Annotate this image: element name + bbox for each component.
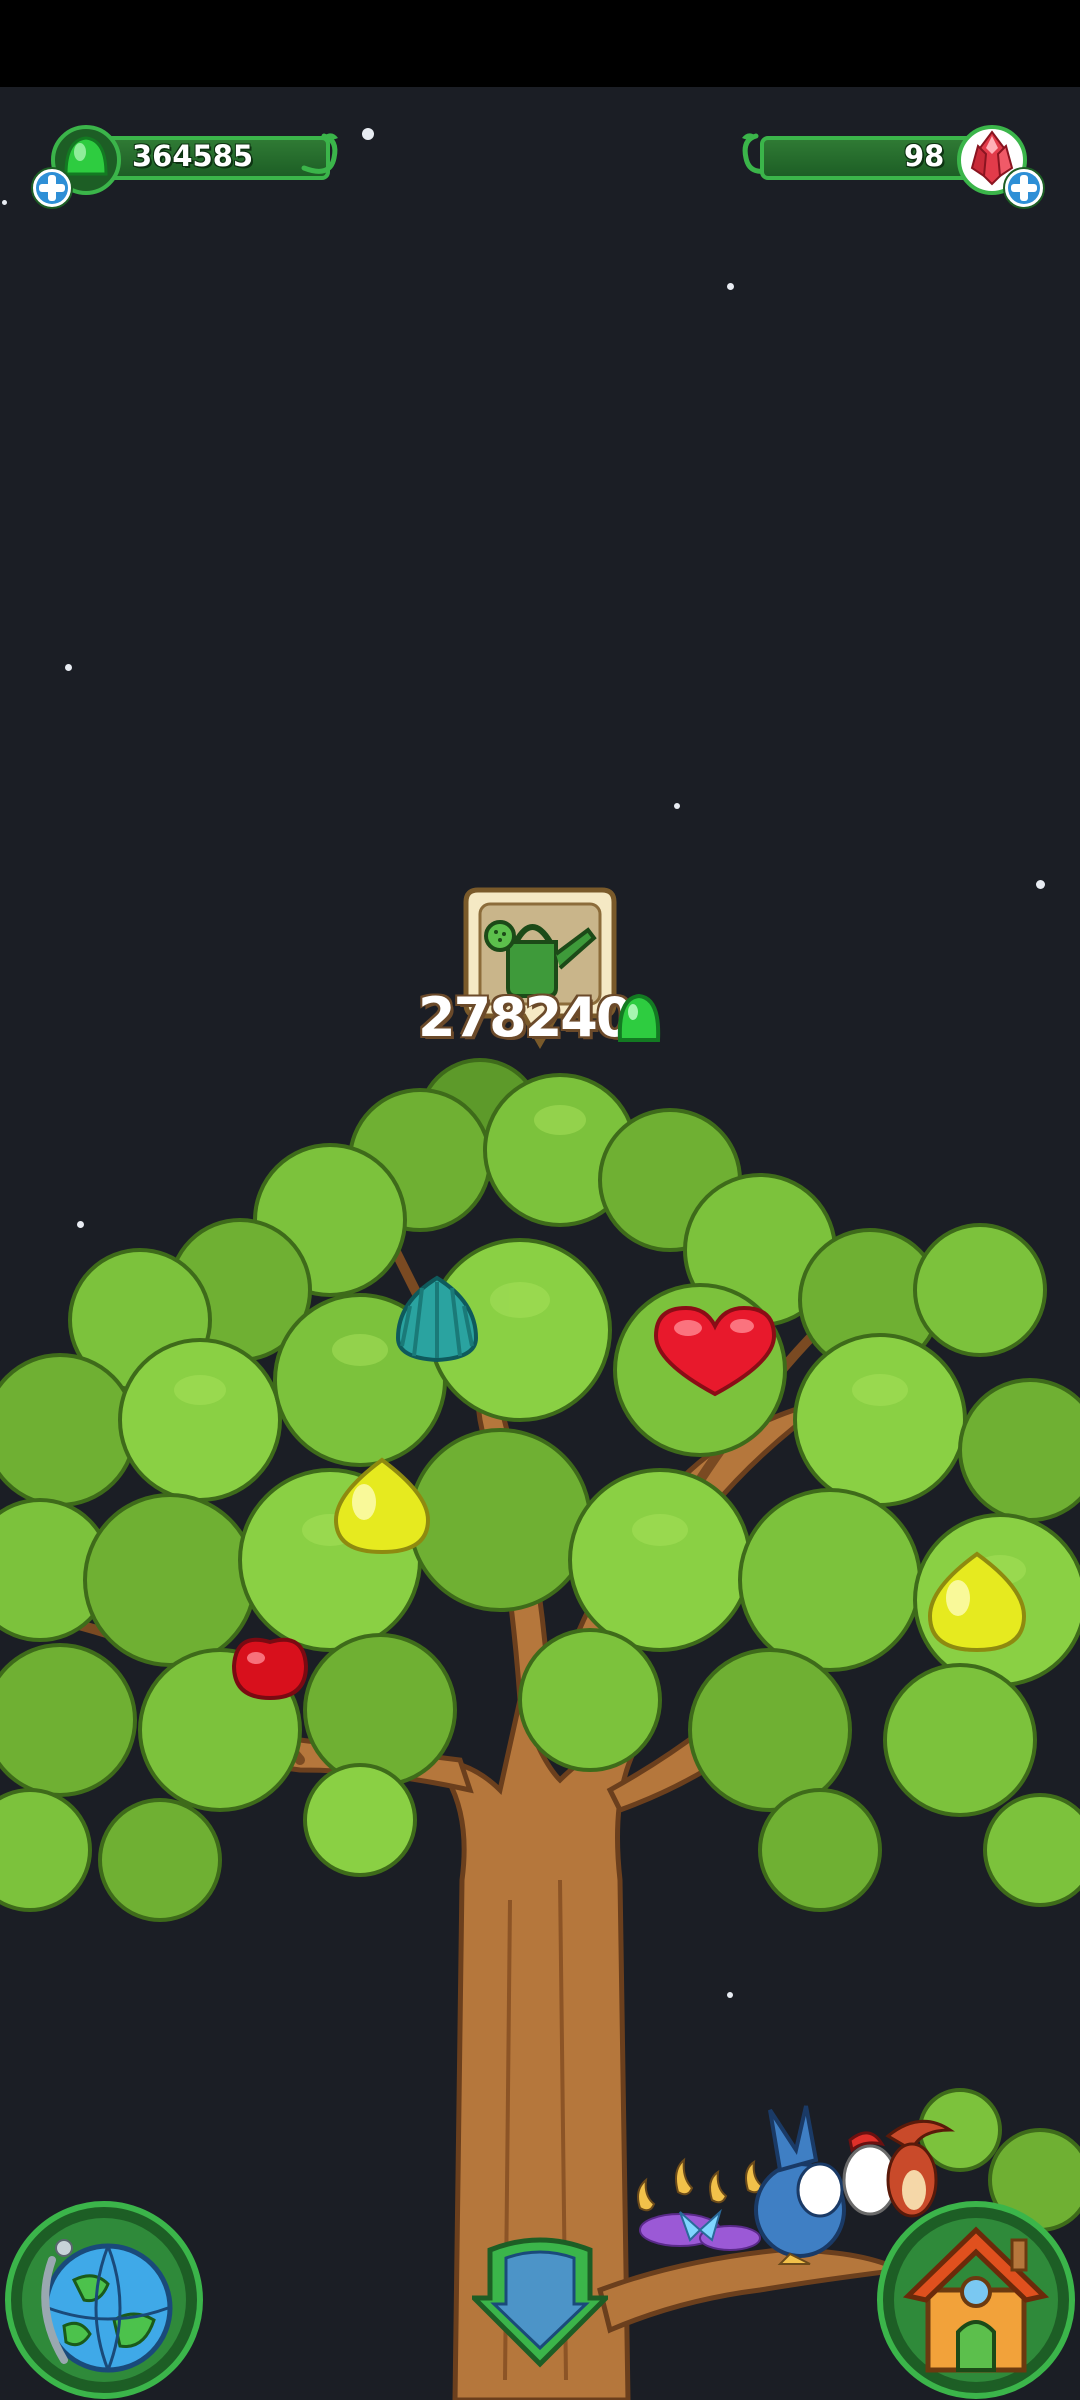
- scroll-down-button[interactable]: [472, 2228, 608, 2368]
- tree: [0, 1058, 1080, 2400]
- blue-dragon-icon: [754, 2105, 846, 2265]
- reward-amount: 278240: [418, 986, 633, 1049]
- yellow-drop-fruit[interactable]: [924, 1548, 1030, 1656]
- purple-flowers: [639, 2213, 761, 2251]
- red-heart-fruit[interactable]: [650, 1302, 780, 1398]
- teal-shell-fruit[interactable]: [392, 1272, 482, 1364]
- home-button[interactable]: [876, 2200, 1076, 2400]
- globe-button[interactable]: [4, 2200, 204, 2400]
- flame-sprites: [637, 2157, 764, 2212]
- fox-critter-icon: [885, 2119, 955, 2218]
- down-arrow-icon: [472, 2237, 608, 2368]
- game-screen: 364585 98 278240: [0, 0, 1080, 2400]
- green-gumdrop-icon: [617, 993, 661, 1042]
- red-apple-fruit[interactable]: [230, 1628, 310, 1702]
- yellow-drop-fruit[interactable]: [330, 1454, 434, 1558]
